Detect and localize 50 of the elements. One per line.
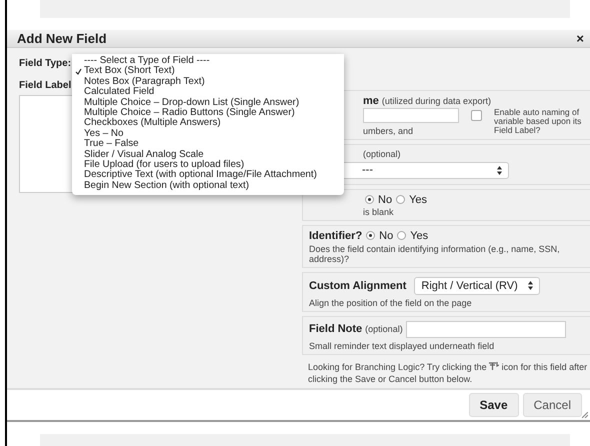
- radio-label: Yes: [409, 194, 428, 206]
- variable-name-label: me: [363, 94, 379, 107]
- required-hint: is blank: [363, 206, 394, 217]
- identifier-label: Identifier?: [309, 230, 362, 242]
- field-type-label: Field Type:: [19, 58, 72, 69]
- menu-item[interactable]: ---- Select a Type of Field ----: [72, 56, 344, 66]
- menu-item[interactable]: Calculated Field: [72, 87, 344, 98]
- auto-naming-label: Enable auto naming of variable based upon its Field Label?: [494, 108, 582, 136]
- branching-text: clicking the Save or Cancel button below.: [308, 374, 472, 384]
- field-note-hint: Small reminder text displayed underneath field: [309, 340, 496, 351]
- menu-item[interactable]: Multiple Choice – Radio Buttons (Single Answer): [72, 108, 344, 118]
- updown-arrows-icon: [497, 166, 502, 175]
- save-button[interactable]: Save: [468, 392, 519, 417]
- menu-item[interactable]: Begin New Section (with optional text): [72, 180, 344, 192]
- menu-item[interactable]: Notes Box (Paragraph Text): [72, 76, 344, 88]
- field-note-input[interactable]: [406, 320, 566, 338]
- field-label-label: Field Label: [19, 80, 72, 91]
- checkbox[interactable]: [471, 110, 482, 121]
- alignment-hint: Align the position of the field on the page: [309, 298, 473, 308]
- variable-name-note: (utilized during data export): [382, 96, 491, 106]
- radio-button[interactable]: [365, 195, 374, 204]
- menu-item[interactable]: Multiple Choice – Drop-down List (Single Answer): [72, 98, 344, 108]
- variable-name-input[interactable]: [363, 108, 459, 123]
- resize-grip-icon: [582, 412, 588, 418]
- variable-name-hint: umbers, and: [363, 126, 414, 136]
- menu-item[interactable]: Yes – No: [72, 128, 344, 140]
- alignment-select[interactable]: Right / Vertical (RV): [414, 276, 540, 295]
- field-note-label: Field Note: [309, 323, 362, 336]
- menu-item[interactable]: Text Box (Short Text): [72, 66, 344, 77]
- radio-button[interactable]: [366, 231, 376, 240]
- branching-icon: [489, 362, 500, 371]
- branching-text: icon for this field after: [502, 362, 588, 372]
- updown-arrows-icon: [528, 281, 534, 290]
- validation-note: (optional): [363, 148, 401, 159]
- cancel-button[interactable]: Cancel: [522, 392, 582, 417]
- menu-item[interactable]: Checkboxes (Multiple Answers): [72, 118, 344, 129]
- radio-button[interactable]: [397, 231, 406, 240]
- identifier-hint: Does the field contain identifying information (e.g., name, SSN, address)?: [309, 244, 561, 264]
- radio-button[interactable]: [396, 195, 406, 204]
- menu-item[interactable]: True – False: [72, 139, 344, 150]
- menu-item[interactable]: Slider / Visual Analog Scale: [72, 150, 344, 160]
- field-note-optional: (optional): [365, 324, 403, 334]
- radio-label: No: [379, 230, 394, 242]
- radio-label: No: [378, 194, 392, 206]
- branching-text: Looking for Branching Logic? Try clicking the: [308, 362, 487, 372]
- check-icon: [74, 68, 82, 76]
- close-button[interactable]: ×: [576, 30, 584, 46]
- dialog-title: Add New Field: [17, 30, 107, 46]
- alignment-label: Custom Alignment: [309, 280, 406, 292]
- radio-label: Yes: [410, 230, 428, 242]
